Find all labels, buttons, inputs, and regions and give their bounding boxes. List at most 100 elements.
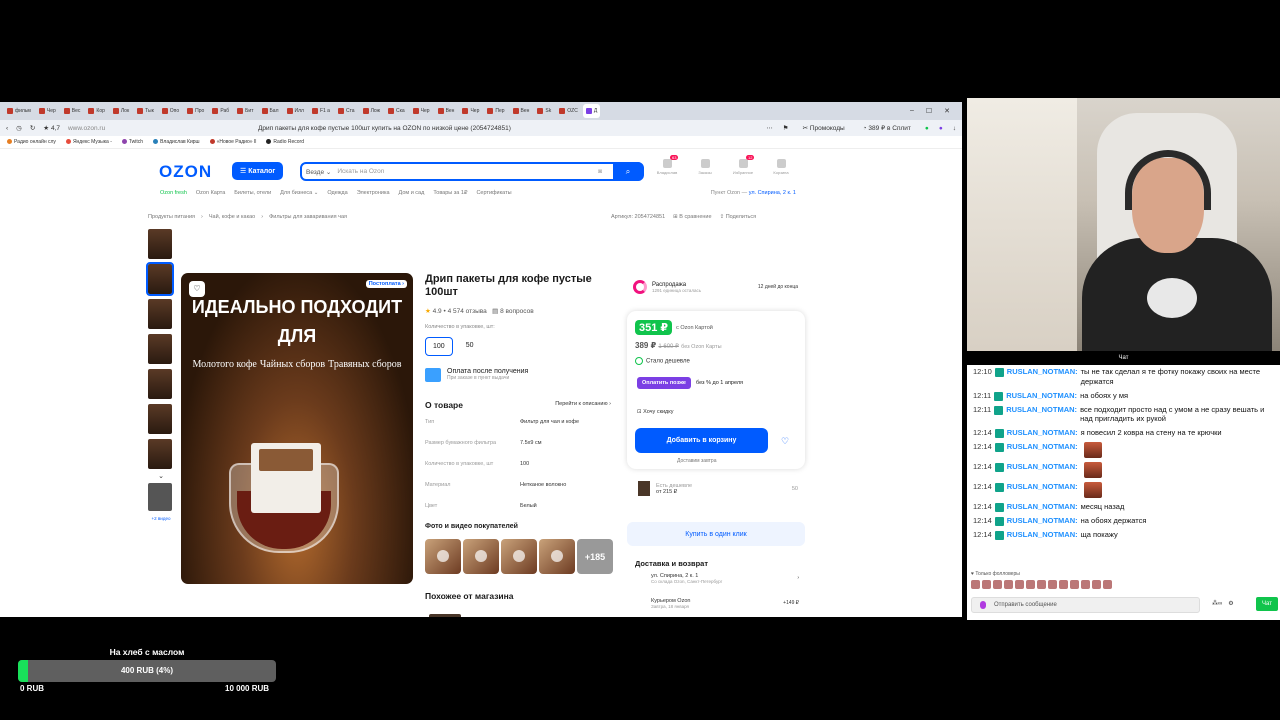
customer-photo[interactable] <box>539 539 575 574</box>
share-button[interactable]: ⇪ Поделиться <box>720 214 757 220</box>
more-photos-button[interactable]: +185 <box>577 539 613 574</box>
videos-count[interactable]: +2 видео <box>148 516 174 521</box>
browser-tab[interactable]: Бал <box>259 104 282 118</box>
breadcrumb-item[interactable]: Продукты питания <box>148 214 195 220</box>
history-icon[interactable]: ◷ <box>16 124 22 132</box>
thumbnail[interactable] <box>148 334 172 364</box>
browser-tab[interactable]: Чер <box>410 104 433 118</box>
browser-tab[interactable]: Бит <box>234 104 256 118</box>
emote[interactable] <box>1092 580 1101 589</box>
header-icon-1[interactable]: Заказы <box>694 159 716 175</box>
pickup-address[interactable]: Пункт Ozon — ул. Спирина, 2 к. 1 <box>711 190 796 196</box>
download-icon[interactable]: ↓ <box>953 125 956 132</box>
promocodes-button[interactable]: ✂ Промокоды <box>799 123 849 133</box>
questions-link[interactable]: 8 вопросов <box>500 308 534 315</box>
subnav-item[interactable]: Электроника <box>357 190 390 196</box>
postpay-badge[interactable]: Постоплата › <box>365 280 407 288</box>
subnav-item[interactable]: Одежда <box>327 190 347 196</box>
alice-icon[interactable]: ● <box>939 125 943 132</box>
thumbnail[interactable] <box>148 439 172 469</box>
thumbnail-selected[interactable] <box>146 262 174 296</box>
emote[interactable] <box>993 580 1002 589</box>
browser-tab[interactable]: Лок <box>110 104 132 118</box>
article-number[interactable]: Артикул: 2054724851 <box>611 214 665 220</box>
subnav-item[interactable]: Дом и сад <box>399 190 425 196</box>
compare-button[interactable]: ⊞ В сравнение <box>673 214 711 220</box>
chat-username[interactable]: RUSLAN_NOTMAN: <box>1007 428 1078 438</box>
heart-icon[interactable]: ♡ <box>775 431 795 451</box>
bookmark-item[interactable]: Radio Record <box>266 139 304 145</box>
header-icon-2[interactable]: Избранное 12 <box>732 155 755 175</box>
browser-tab[interactable]: Опо <box>159 104 182 118</box>
emote[interactable] <box>1048 580 1057 589</box>
thumbnail[interactable] <box>148 369 172 399</box>
thumbnail[interactable] <box>148 229 172 259</box>
chat-username[interactable]: RUSLAN_NOTMAN: <box>1007 462 1078 478</box>
emote[interactable] <box>1015 580 1024 589</box>
browser-tab[interactable]: Илл <box>284 104 307 118</box>
card-price-row[interactable]: 351 ₽ c Ozon Картой <box>635 320 713 335</box>
header-icon-3[interactable]: Корзина <box>770 159 792 175</box>
browser-tab[interactable]: OZC <box>556 104 581 118</box>
emote[interactable] <box>971 580 980 589</box>
browser-tab[interactable]: Про <box>184 104 207 118</box>
chat-username[interactable]: RUSLAN_NOTMAN: <box>1006 405 1077 425</box>
video-thumbnail[interactable] <box>148 483 172 511</box>
back-icon[interactable]: ‹ <box>6 125 8 132</box>
reload-icon[interactable]: ↻ <box>30 124 35 132</box>
product-main-image[interactable]: ♡ Постоплата › ИДЕАЛЬНО ПОДХОДИТ ДЛЯ Мол… <box>181 273 413 584</box>
pay-after-info[interactable]: Оплата после получения При заказе в пункт… <box>425 368 528 382</box>
minimize-icon[interactable]: – <box>910 107 914 115</box>
pay-later-button[interactable]: Оплатить позже <box>637 377 691 389</box>
bookmark-item[interactable]: Владислав Кирш <box>153 139 200 145</box>
subnav-item[interactable]: Для бизнеса ⌄ <box>280 190 318 196</box>
emote[interactable] <box>1059 580 1068 589</box>
want-discount[interactable]: ⊡ Хочу скидку <box>637 409 674 415</box>
emote[interactable] <box>1070 580 1079 589</box>
cheaper-offer[interactable]: Есть дешевле от 215 ₽ 50 <box>638 481 798 496</box>
breadcrumb-item[interactable]: Фильтры для заваривания чая <box>269 214 347 220</box>
browser-tab[interactable]: Д <box>582 104 601 118</box>
chat-input[interactable]: Отправить сообщение <box>971 597 1200 613</box>
sale-banner[interactable]: Распродажа 1291 единица осталась 12 дней … <box>633 280 798 294</box>
settings-icon[interactable]: ⚙ <box>1228 600 1233 607</box>
emote[interactable] <box>1004 580 1013 589</box>
search-button[interactable]: ⌕ <box>613 162 643 181</box>
url-text[interactable]: www.ozon.ru <box>68 125 105 132</box>
add-to-cart-button[interactable]: Добавить в корзину <box>635 428 768 453</box>
chevron-down-icon[interactable]: ⌄ <box>148 472 174 480</box>
more-icon[interactable]: ⋯ <box>766 124 773 132</box>
subnav-item[interactable]: Ozon fresh <box>160 190 187 196</box>
delivery-row[interactable]: ул. Спирина, 2 к. 1 Со склада Ozon, Санкт… <box>651 573 799 584</box>
subnav-item[interactable]: Сертификаты <box>476 190 511 196</box>
chat-username[interactable]: RUSLAN_NOTMAN: <box>1007 502 1078 512</box>
browser-tab[interactable]: Чер <box>36 104 59 118</box>
chat-send-button[interactable]: Чат <box>1256 597 1278 611</box>
emote[interactable] <box>982 580 991 589</box>
emote[interactable] <box>1103 580 1112 589</box>
bookmark-icon[interactable]: ⚑ <box>783 124 789 132</box>
thumbnail[interactable] <box>148 299 172 329</box>
bookmark-item[interactable]: Twitch <box>122 139 143 145</box>
customer-photo[interactable] <box>501 539 537 574</box>
chat-username[interactable]: RUSLAN_NOTMAN: <box>1006 391 1077 401</box>
browser-tab[interactable]: Пер <box>484 104 507 118</box>
browser-tab[interactable]: фильм <box>4 104 34 118</box>
delivery-row[interactable]: Курьером Ozon Завтра, 18 января +149 ₽ <box>651 598 799 609</box>
browser-tab[interactable]: Вен <box>435 104 458 118</box>
emote[interactable] <box>1026 580 1035 589</box>
product-rating[interactable]: ★ 4.9 • 4 574 отзыва ▤ 8 вопросов <box>425 307 534 315</box>
catalog-button[interactable]: ☰ Каталог <box>232 162 284 180</box>
thumbnail[interactable] <box>148 404 172 434</box>
shield-icon[interactable]: ● <box>925 125 929 132</box>
browser-tab[interactable]: Чер <box>459 104 482 118</box>
pay-later-row[interactable]: Оплатить позже без % до 1 апреля <box>637 377 743 389</box>
browser-tab[interactable]: Ска <box>385 104 408 118</box>
subnav-item[interactable]: Ozon Карта <box>196 190 225 196</box>
similar-product-image[interactable] <box>429 614 461 617</box>
customer-photo[interactable] <box>425 539 461 574</box>
browser-tab[interactable]: Вен <box>510 104 533 118</box>
browser-tab[interactable]: Тык <box>134 104 157 118</box>
camera-icon[interactable]: ◙ <box>598 168 602 175</box>
chat-username[interactable]: RUSLAN_NOTMAN: <box>1007 482 1078 498</box>
